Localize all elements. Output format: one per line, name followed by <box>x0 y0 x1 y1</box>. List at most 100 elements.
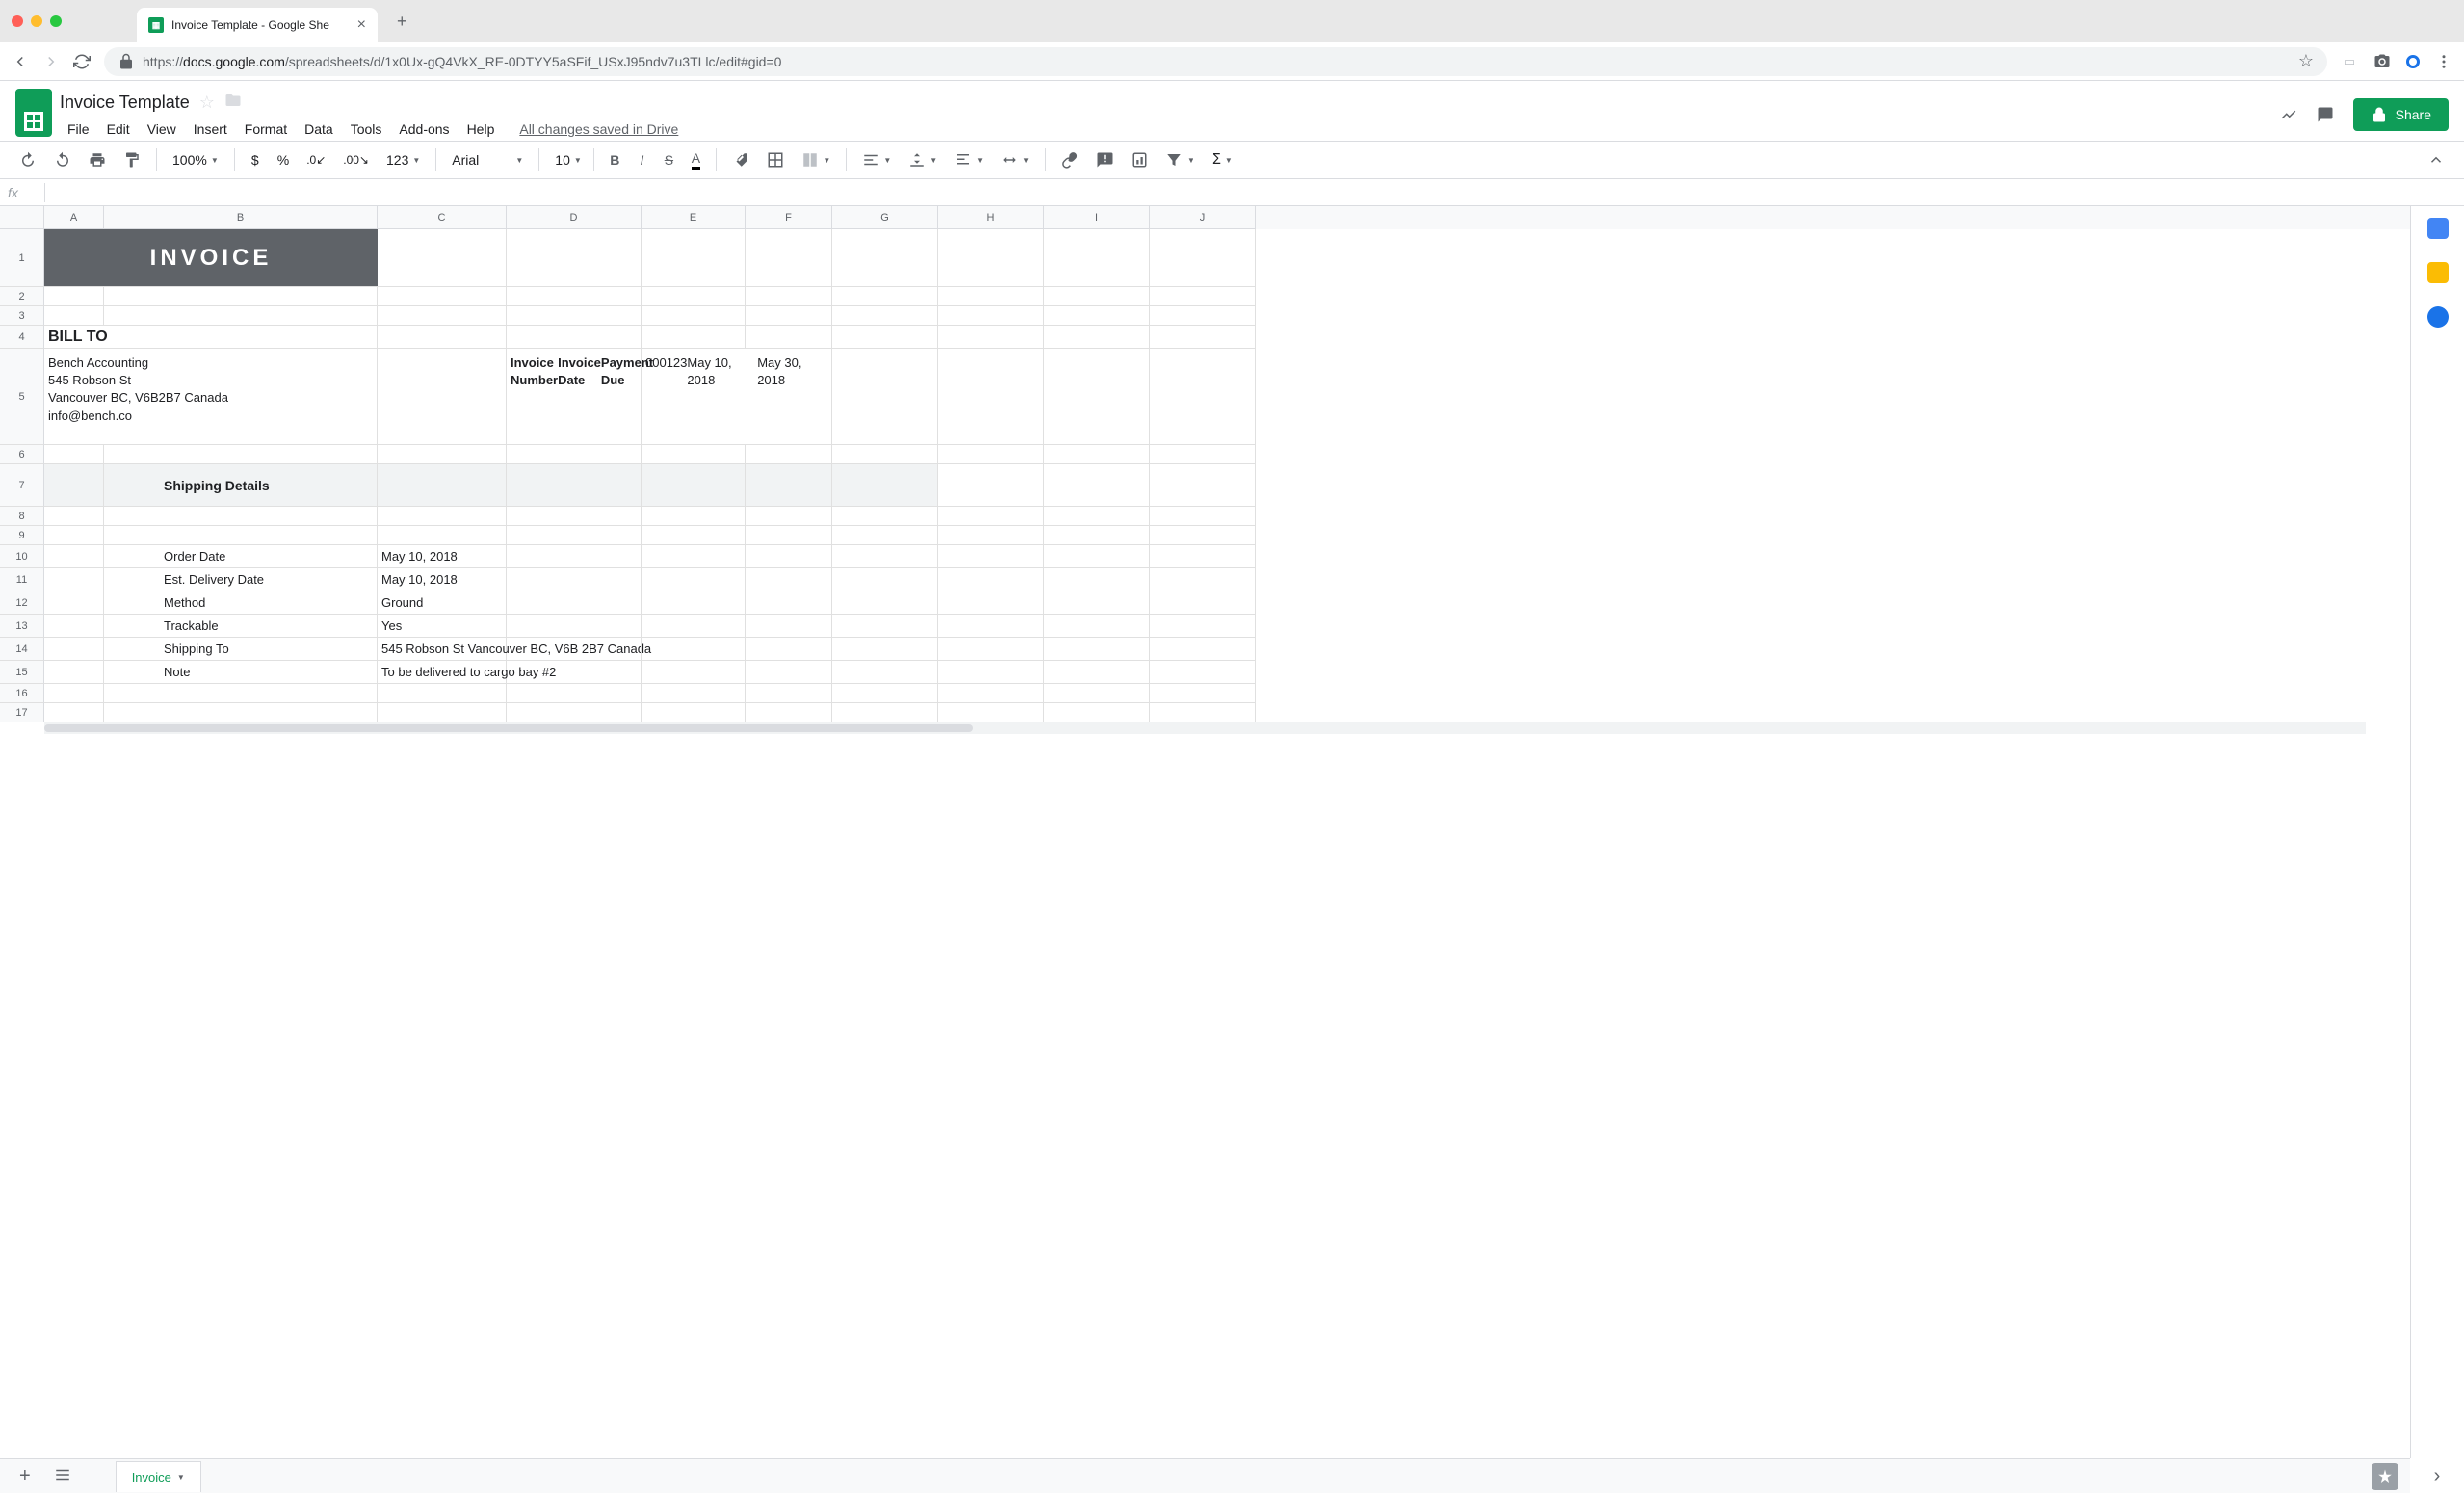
cell-delivery-date-label[interactable]: Est. Delivery Date <box>104 568 378 591</box>
cell[interactable] <box>1044 568 1150 591</box>
row-header-5[interactable]: 5 <box>0 349 44 445</box>
cell[interactable] <box>1044 464 1150 507</box>
cell[interactable] <box>642 568 746 591</box>
comments-icon[interactable] <box>2317 106 2334 123</box>
star-icon[interactable]: ☆ <box>199 92 215 113</box>
cell[interactable] <box>832 326 938 349</box>
italic-button[interactable]: I <box>629 146 654 173</box>
select-all-corner[interactable] <box>0 206 44 229</box>
menu-file[interactable]: File <box>60 118 97 141</box>
row-header-16[interactable]: 16 <box>0 684 44 703</box>
cell[interactable] <box>507 287 642 306</box>
horizontal-align-button[interactable]: ▼ <box>854 147 899 172</box>
text-rotation-button[interactable]: ▼ <box>993 147 1037 172</box>
browser-tab[interactable]: ▦ Invoice Template - Google She × <box>137 8 378 42</box>
cell[interactable] <box>938 591 1044 615</box>
cell[interactable] <box>746 591 832 615</box>
cell[interactable] <box>1044 638 1150 661</box>
back-button[interactable] <box>12 53 29 70</box>
cell[interactable] <box>44 684 104 703</box>
cell[interactable] <box>832 445 938 464</box>
cell[interactable] <box>1044 591 1150 615</box>
sheets-logo[interactable] <box>15 89 52 137</box>
cell[interactable] <box>507 615 642 638</box>
functions-button[interactable]: Σ▼ <box>1204 147 1241 172</box>
cell-i1[interactable] <box>1044 229 1150 287</box>
document-title[interactable]: Invoice Template <box>60 92 190 113</box>
cell[interactable] <box>832 568 938 591</box>
cell[interactable] <box>1044 545 1150 568</box>
insert-chart-button[interactable] <box>1123 146 1156 173</box>
cell[interactable] <box>1044 287 1150 306</box>
column-header-e[interactable]: E <box>642 206 746 229</box>
cell[interactable] <box>832 526 938 545</box>
cell-invoice-labels[interactable]: Invoice NumberInvoice DatePayment Due <box>507 349 642 445</box>
collapse-toolbar-button[interactable] <box>2420 146 2452 173</box>
cell[interactable] <box>44 591 104 615</box>
cell[interactable] <box>104 684 378 703</box>
cell[interactable] <box>44 464 104 507</box>
row-header-15[interactable]: 15 <box>0 661 44 684</box>
row-header-14[interactable]: 14 <box>0 638 44 661</box>
cell[interactable] <box>642 326 746 349</box>
cell[interactable] <box>1150 684 1256 703</box>
side-panel-toggle[interactable]: › <box>2410 1458 2464 1493</box>
undo-button[interactable] <box>12 146 44 173</box>
cell[interactable] <box>378 507 507 526</box>
cell-invoice-values[interactable]: 000123May 10, 2018May 30, 2018 <box>642 349 832 445</box>
horizontal-scrollbar[interactable] <box>44 722 2366 734</box>
cell-trackable-value[interactable]: Yes <box>378 615 507 638</box>
column-header-g[interactable]: G <box>832 206 938 229</box>
formula-bar[interactable]: fx <box>0 179 2464 206</box>
cell-d1[interactable] <box>507 229 642 287</box>
row-header-4[interactable]: 4 <box>0 326 44 349</box>
strikethrough-button[interactable]: S <box>656 146 681 173</box>
cell[interactable] <box>1150 545 1256 568</box>
cell[interactable] <box>832 615 938 638</box>
cell[interactable] <box>507 703 642 722</box>
column-header-h[interactable]: H <box>938 206 1044 229</box>
number-format-select[interactable]: 123▼ <box>379 148 428 171</box>
extension-icon[interactable]: ▭ <box>2341 53 2358 70</box>
cell[interactable] <box>507 591 642 615</box>
camera-icon[interactable] <box>2373 53 2391 70</box>
cell[interactable] <box>378 526 507 545</box>
save-status[interactable]: All changes saved in Drive <box>519 121 678 137</box>
cell[interactable] <box>378 326 507 349</box>
cell[interactable] <box>642 615 746 638</box>
keep-icon[interactable] <box>2427 262 2449 283</box>
new-tab-button[interactable]: + <box>397 12 407 32</box>
cell[interactable] <box>746 703 832 722</box>
cell[interactable] <box>1044 526 1150 545</box>
cell[interactable] <box>378 287 507 306</box>
cell[interactable] <box>44 507 104 526</box>
cell[interactable] <box>44 287 104 306</box>
column-header-d[interactable]: D <box>507 206 642 229</box>
cell[interactable] <box>832 287 938 306</box>
cell[interactable] <box>1150 638 1256 661</box>
cell[interactable] <box>938 349 1044 445</box>
cell[interactable] <box>507 445 642 464</box>
cell[interactable] <box>378 464 507 507</box>
cell[interactable] <box>938 568 1044 591</box>
cell[interactable] <box>746 464 832 507</box>
font-size-select[interactable]: 10▼ <box>547 148 586 171</box>
cell[interactable] <box>507 545 642 568</box>
cell[interactable] <box>1150 661 1256 684</box>
insert-comment-button[interactable] <box>1088 146 1121 173</box>
cell[interactable] <box>104 703 378 722</box>
cell-e1[interactable] <box>642 229 746 287</box>
cell[interactable] <box>746 661 832 684</box>
cell[interactable] <box>44 661 104 684</box>
cell[interactable] <box>642 526 746 545</box>
row-header-3[interactable]: 3 <box>0 306 44 326</box>
cell[interactable] <box>507 638 642 661</box>
cell[interactable] <box>832 703 938 722</box>
menu-data[interactable]: Data <box>297 118 341 141</box>
cell[interactable] <box>1150 615 1256 638</box>
cell[interactable] <box>938 464 1044 507</box>
cell[interactable] <box>746 545 832 568</box>
menu-view[interactable]: View <box>140 118 184 141</box>
tasks-icon[interactable] <box>2427 306 2449 328</box>
star-icon[interactable]: ☆ <box>2298 51 2314 71</box>
